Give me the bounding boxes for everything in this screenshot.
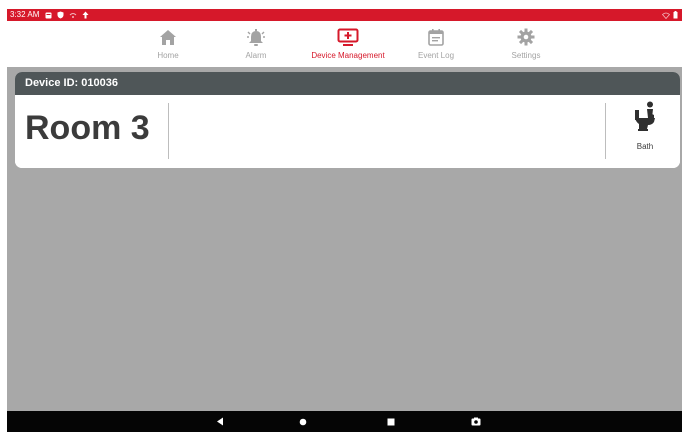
shield-icon: [57, 11, 64, 19]
status-time: 3:32 AM: [10, 10, 40, 19]
bath-sensor[interactable]: Bath: [620, 101, 670, 161]
tab-settings-label: Settings: [511, 51, 541, 60]
home-nav-button[interactable]: [291, 411, 315, 432]
tab-alarm[interactable]: Alarm: [238, 21, 274, 67]
screenshot-icon: [471, 417, 481, 426]
bath-label: Bath: [636, 142, 654, 151]
wifi-icon: [662, 12, 670, 19]
status-right-icons: [662, 9, 678, 21]
tab-device-management-label: Device Management: [311, 51, 385, 60]
tab-bar: Home Alarm Device Management Event Log S: [7, 21, 682, 67]
battery-icon: [673, 11, 678, 19]
tab-event-log[interactable]: Event Log: [414, 21, 458, 67]
android-nav-bar: [7, 411, 682, 432]
alarm-bell-icon: [245, 26, 267, 48]
app-frame: 3:32 AM Home Alarm Device Management Eve…: [7, 9, 682, 432]
gear-icon: [517, 26, 535, 48]
home-icon: [159, 26, 177, 48]
notification-icon: [45, 12, 52, 18]
room-name: Room 3: [25, 109, 150, 147]
device-card[interactable]: Device ID: 010036 Room 3 Bath: [15, 72, 680, 168]
screenshot-button[interactable]: [464, 411, 488, 432]
signal-icon: [69, 12, 77, 18]
back-icon: [217, 417, 223, 426]
device-id-header: Device ID: 010036: [15, 72, 680, 95]
status-bar: 3:32 AM: [7, 9, 682, 21]
calendar-icon: [428, 26, 444, 48]
back-button[interactable]: [208, 411, 232, 432]
tab-home-label: Home: [157, 51, 179, 60]
tab-device-management[interactable]: Device Management: [304, 21, 392, 67]
home-circle-icon: [299, 418, 307, 425]
divider: [605, 103, 606, 159]
tab-alarm-label: Alarm: [245, 51, 267, 60]
device-card-body: Room 3 Bath: [15, 95, 680, 168]
device-management-icon: [337, 26, 359, 48]
tab-event-log-label: Event Log: [417, 51, 455, 60]
status-icons: [45, 9, 89, 21]
upload-icon: [82, 11, 89, 19]
tab-settings[interactable]: Settings: [504, 21, 548, 67]
recents-button[interactable]: [379, 411, 403, 432]
tab-home[interactable]: Home: [150, 21, 186, 67]
bath-toilet-icon: [633, 101, 657, 138]
recents-icon: [387, 418, 395, 425]
divider: [168, 103, 169, 159]
